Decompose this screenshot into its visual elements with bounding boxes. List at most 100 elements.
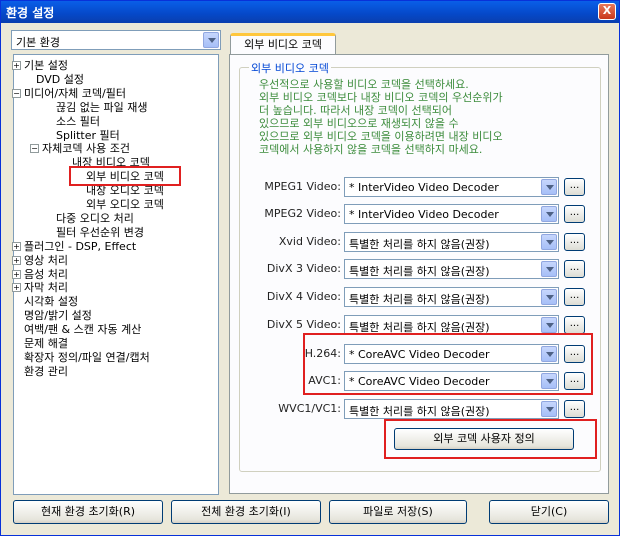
expand-icon[interactable]: +	[12, 241, 21, 251]
chevron-down-icon[interactable]	[541, 206, 557, 222]
expand-icon[interactable]: +	[12, 269, 21, 279]
tree-item[interactable]: 명암/밝기 설정	[24, 309, 92, 322]
codec-options-button[interactable]: ...	[564, 178, 585, 196]
tree-item[interactable]: 기본 설정	[24, 59, 68, 72]
expand-icon[interactable]: +	[12, 283, 21, 293]
collapse-icon[interactable]: −	[12, 88, 21, 98]
tree-item-label: 문제 해결	[24, 337, 68, 350]
tree-item-label: Splitter 필터	[56, 128, 120, 142]
tree-item-label: 영상 처리	[24, 253, 68, 267]
reset-current-button[interactable]: 현재 환경 초기화(R)	[13, 500, 163, 524]
chevron-down-icon[interactable]	[203, 32, 219, 48]
codec-select-value: 특별한 처리를 하지 않음(권장)	[349, 265, 490, 278]
codec-select[interactable]: 특별한 처리를 하지 않음(권장)	[344, 232, 559, 252]
highlight-box-custom	[384, 419, 597, 459]
group-description: 우선적으로 사용할 비디오 코덱을 선택하세요. 외부 비디오 코덱보다 내장 …	[259, 78, 503, 156]
codec-select-value: 특별한 처리를 하지 않음(권장)	[349, 293, 490, 306]
chevron-down-icon[interactable]	[541, 401, 557, 417]
tree-item-label: 기본 설정	[24, 59, 68, 72]
tree-item[interactable]: 확장자 정의/파일 연결/캡처	[24, 351, 150, 364]
tree-item-label: 확장자 정의/파일 연결/캡처	[24, 350, 150, 364]
tree-item-label: DVD 설정	[36, 72, 85, 86]
settings-tree[interactable]: 기본 설정 + DVD 설정 미디어/자체 코덱/필터 − 끊김 없는 파일 재생 소스 필…	[12, 54, 219, 495]
tree-item[interactable]: 필터 우선순위 변경	[56, 226, 144, 239]
codec-label: DivX 5 Video:	[266, 318, 341, 331]
tree-item[interactable]: 끊김 없는 파일 재생	[56, 101, 147, 114]
tree-item[interactable]: 미디어/자체 코덱/필터	[24, 87, 126, 100]
tree-item[interactable]: 환경 관리	[24, 365, 68, 378]
codec-select[interactable]: 특별한 처리를 하지 않음(권장)	[344, 399, 559, 419]
tree-item[interactable]: 시각화 설정	[24, 295, 78, 308]
chevron-down-icon[interactable]	[541, 234, 557, 250]
tree-item[interactable]: 자막 처리	[24, 281, 68, 294]
tree-item-label: 소스 필터	[56, 114, 100, 128]
highlight-box-avc	[303, 333, 593, 395]
reset-all-button[interactable]: 전체 환경 초기화(I)	[171, 500, 321, 524]
chevron-down-icon[interactable]	[541, 289, 557, 305]
tree-item[interactable]: 영상 처리	[24, 254, 68, 267]
collapse-icon[interactable]: −	[30, 144, 39, 154]
codec-label: Xvid Video:	[278, 235, 341, 248]
tree-item[interactable]: DVD 설정	[36, 73, 84, 86]
tree-item[interactable]: 소스 필터	[56, 115, 100, 128]
codec-options-button[interactable]: ...	[564, 260, 585, 278]
codec-label: MPEG1 Video:	[264, 180, 341, 193]
codec-select-value: * InterVideo Video Decoder	[349, 208, 499, 221]
tree-item[interactable]: 내장 오디오 코덱	[86, 184, 164, 197]
save-to-file-button[interactable]: 파일로 저장(S)	[329, 500, 467, 524]
tree-item-label: 음성 처리	[24, 267, 68, 281]
tree-item-label: 끊김 없는 파일 재생	[56, 100, 148, 114]
tree-item-label: 자체코덱 사용 조건	[42, 142, 130, 156]
codec-select-value: * InterVideo Video Decoder	[349, 181, 499, 194]
tree-item-label: 외부 오디오 코덱	[86, 198, 164, 211]
close-window-button[interactable]: X	[598, 3, 616, 20]
codec-label: DivX 3 Video:	[266, 262, 341, 275]
tree-item[interactable]: 자체코덱 사용 조건	[42, 142, 130, 155]
codec-options-button[interactable]: ...	[564, 316, 585, 334]
codec-select[interactable]: * InterVideo Video Decoder	[344, 177, 559, 197]
tree-item[interactable]: 플러그인 - DSP, Effect	[24, 240, 136, 253]
codec-label: WVC1/VC1:	[278, 402, 341, 415]
settings-window: 환경 설정 X 기본 환경 기본 설정 + DVD 설정 미디어/자체 코덱/필터 − 끊…	[0, 0, 620, 536]
tree-item-label: 필터 우선순위 변경	[56, 225, 144, 239]
codec-options-button[interactable]: ...	[564, 288, 585, 306]
codec-options-button[interactable]: ...	[564, 205, 585, 223]
group-label: 외부 비디오 코덱	[249, 60, 331, 76]
expand-icon[interactable]: +	[12, 61, 21, 70]
tree-item[interactable]: 음성 처리	[24, 268, 68, 281]
window-title: 환경 설정	[6, 6, 55, 20]
tree-item-label: 플러그인 - DSP, Effect	[24, 239, 137, 253]
codec-select[interactable]: 특별한 처리를 하지 않음(권장)	[344, 315, 559, 335]
tree-item-label: 여백/팬 & 스캔 자동 계산	[24, 323, 142, 337]
tree-item-label: 자막 처리	[24, 281, 68, 295]
tree-item-label: 명암/밝기 설정	[24, 309, 92, 323]
chevron-down-icon[interactable]	[541, 317, 557, 333]
codec-select[interactable]: 특별한 처리를 하지 않음(권장)	[344, 259, 559, 279]
codec-options-button[interactable]: ...	[564, 233, 585, 251]
tree-item[interactable]: 여백/팬 & 스캔 자동 계산	[24, 323, 141, 336]
tree-item-label: 다중 오디오 처리	[56, 211, 134, 225]
tree-item-label: 환경 관리	[24, 364, 68, 378]
tree-item-label: 미디어/자체 코덱/필터	[24, 86, 126, 100]
codec-options-button[interactable]: ...	[564, 400, 585, 418]
codec-select[interactable]: * InterVideo Video Decoder	[344, 204, 559, 224]
tree-item[interactable]: Splitter 필터	[56, 129, 120, 142]
tree-item[interactable]: 외부 오디오 코덱	[86, 198, 164, 211]
category-combo-value: 기본 환경	[16, 36, 60, 49]
expand-icon[interactable]: +	[12, 255, 21, 265]
codec-label: DivX 4 Video:	[266, 290, 341, 303]
category-combo[interactable]: 기본 환경	[11, 30, 221, 50]
codec-select[interactable]: 특별한 처리를 하지 않음(권장)	[344, 287, 559, 307]
codec-label: MPEG2 Video:	[264, 207, 341, 220]
tree-item[interactable]: 다중 오디오 처리	[56, 212, 134, 225]
tree-item-label: 내장 오디오 코덱	[86, 184, 164, 198]
tree-item-label: 시각화 설정	[24, 295, 79, 309]
chevron-down-icon[interactable]	[541, 261, 557, 277]
codec-select-value: 특별한 처리를 하지 않음(권장)	[349, 238, 490, 251]
chevron-down-icon[interactable]	[541, 179, 557, 195]
title-bar: 환경 설정 X	[1, 1, 619, 23]
close-button[interactable]: 닫기(C)	[489, 500, 609, 524]
highlight-box-tree	[69, 166, 181, 186]
tree-item[interactable]: 문제 해결	[24, 337, 68, 350]
tab-external-video-codec[interactable]: 외부 비디오 코덱	[230, 33, 336, 55]
